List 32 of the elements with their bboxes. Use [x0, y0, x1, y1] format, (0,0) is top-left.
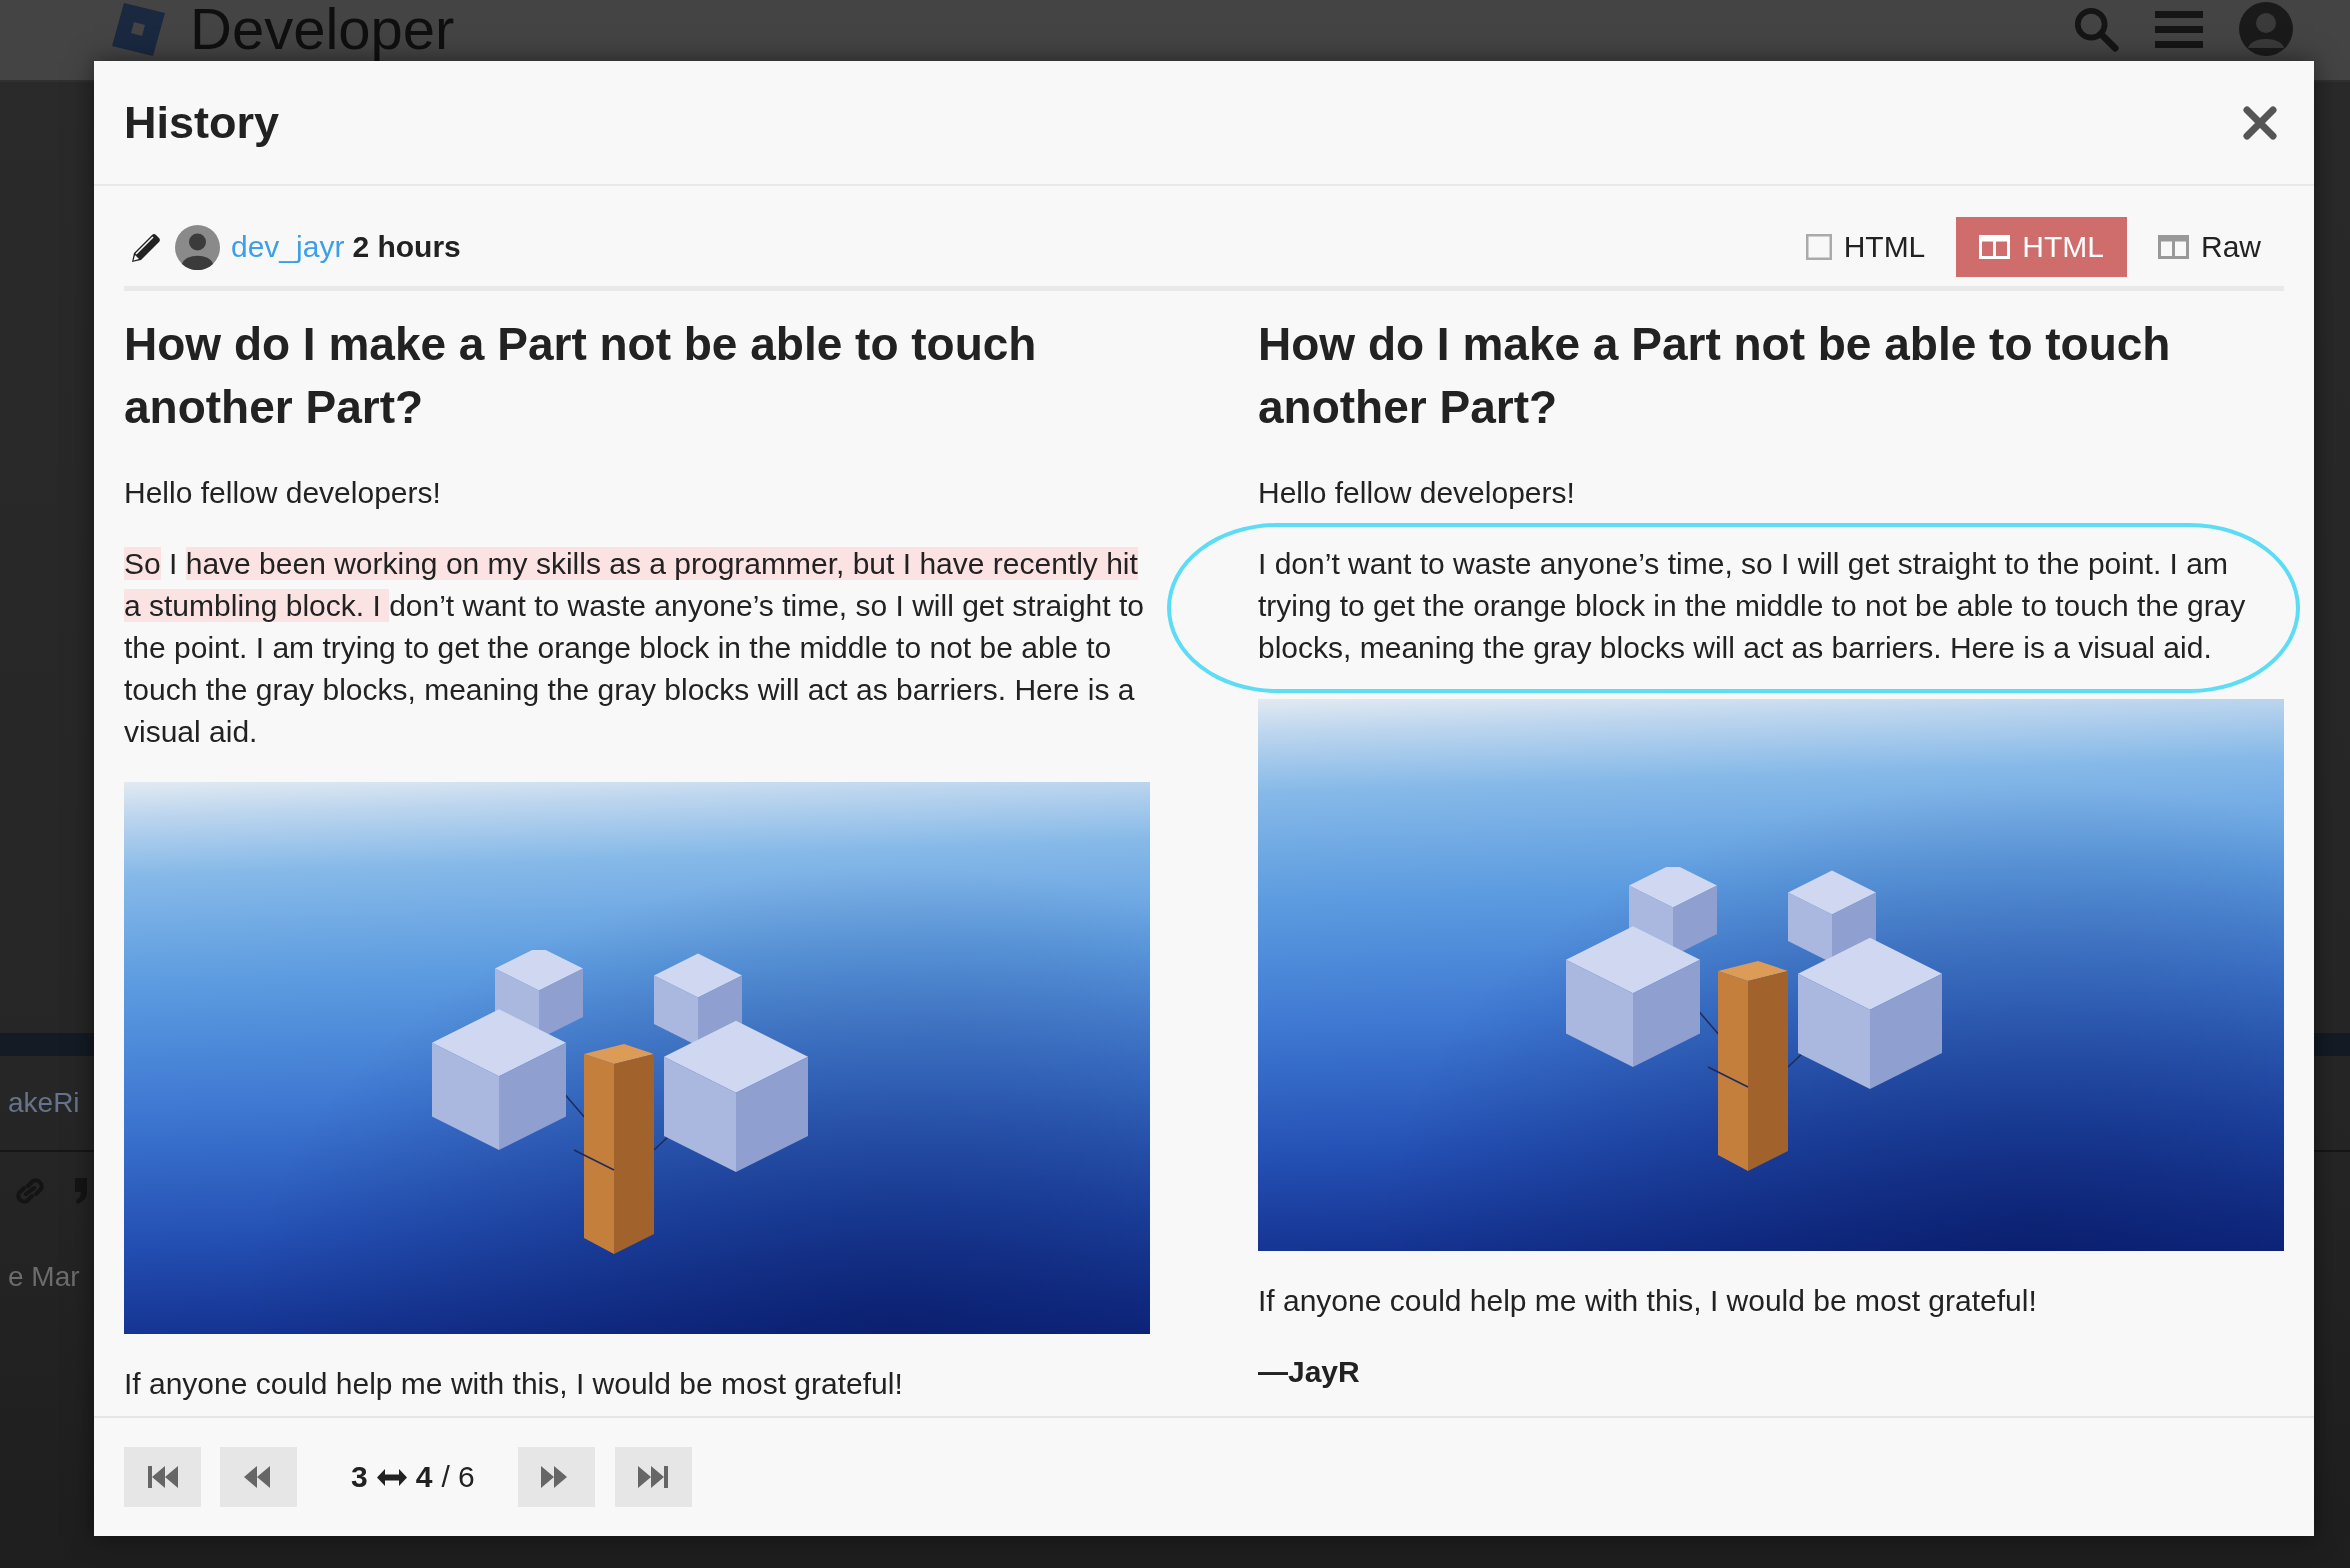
post-title: How do I make a Part not be able to touch another Part?: [1258, 317, 2172, 435]
post-title: How do I make a Part not be able to touch another Part?: [124, 317, 1038, 435]
double-arrow-icon: [376, 1468, 407, 1486]
background-text: akeRi: [7, 1086, 80, 1120]
background-text: e Mar: [7, 1260, 80, 1294]
avatar-icon: [175, 224, 220, 270]
last-revision-button[interactable]: [614, 1447, 692, 1507]
paragraph: If anyone could help me with this, I would be most grateful!: [124, 1366, 904, 1402]
edit-age: 2 hours: [352, 229, 461, 265]
first-revision-button[interactable]: [124, 1447, 201, 1507]
dialog-title: History: [124, 95, 280, 150]
paragraph: If anyone could help me with this, I would be most grateful!: [1258, 1283, 2038, 1319]
pencil-icon: [132, 232, 162, 262]
previous-revision-button[interactable]: [220, 1447, 297, 1507]
paragraph: Hello fellow developers!: [124, 475, 442, 511]
close-icon: [2242, 104, 2278, 141]
paragraph: I don’t want to waste anyone’s time, so I will get straight to the point. I am trying to get the orange block in the middle to not be able to touch the gray blocks, meaning the gray blocks will act as barriers. Here is a visual aid.: [1258, 546, 2247, 666]
skip-forward-icon: [638, 1466, 669, 1488]
revision-from: 3: [351, 1459, 368, 1495]
columns-icon: [2158, 235, 2189, 259]
revision-to: 4: [415, 1459, 433, 1495]
next-revision-button[interactable]: [517, 1447, 595, 1507]
paragraph: Hello fellow developers!: [1258, 475, 1576, 511]
view-tab[interactable]: Raw: [2135, 217, 2284, 277]
signature: —JayR: [1258, 1354, 1361, 1390]
revision-total: / 6: [441, 1459, 475, 1495]
columns-icon: [1979, 235, 2011, 259]
skip-back-icon: [147, 1466, 178, 1488]
close-button[interactable]: [2242, 104, 2278, 141]
view-tab[interactable]: HTML: [1782, 217, 1949, 277]
square-icon: [1805, 234, 1832, 260]
paragraph: So I have been working on my skills as a programmer, but I have recently hit a stumbling block. I don’t want to waste anyone’s time, so I will get straight to the point. I am trying to get the orange block in the middle to not be able to touch the gray blocks, meaning the gray blocks will act as barriers. Here is a visual aid.: [124, 546, 1145, 750]
